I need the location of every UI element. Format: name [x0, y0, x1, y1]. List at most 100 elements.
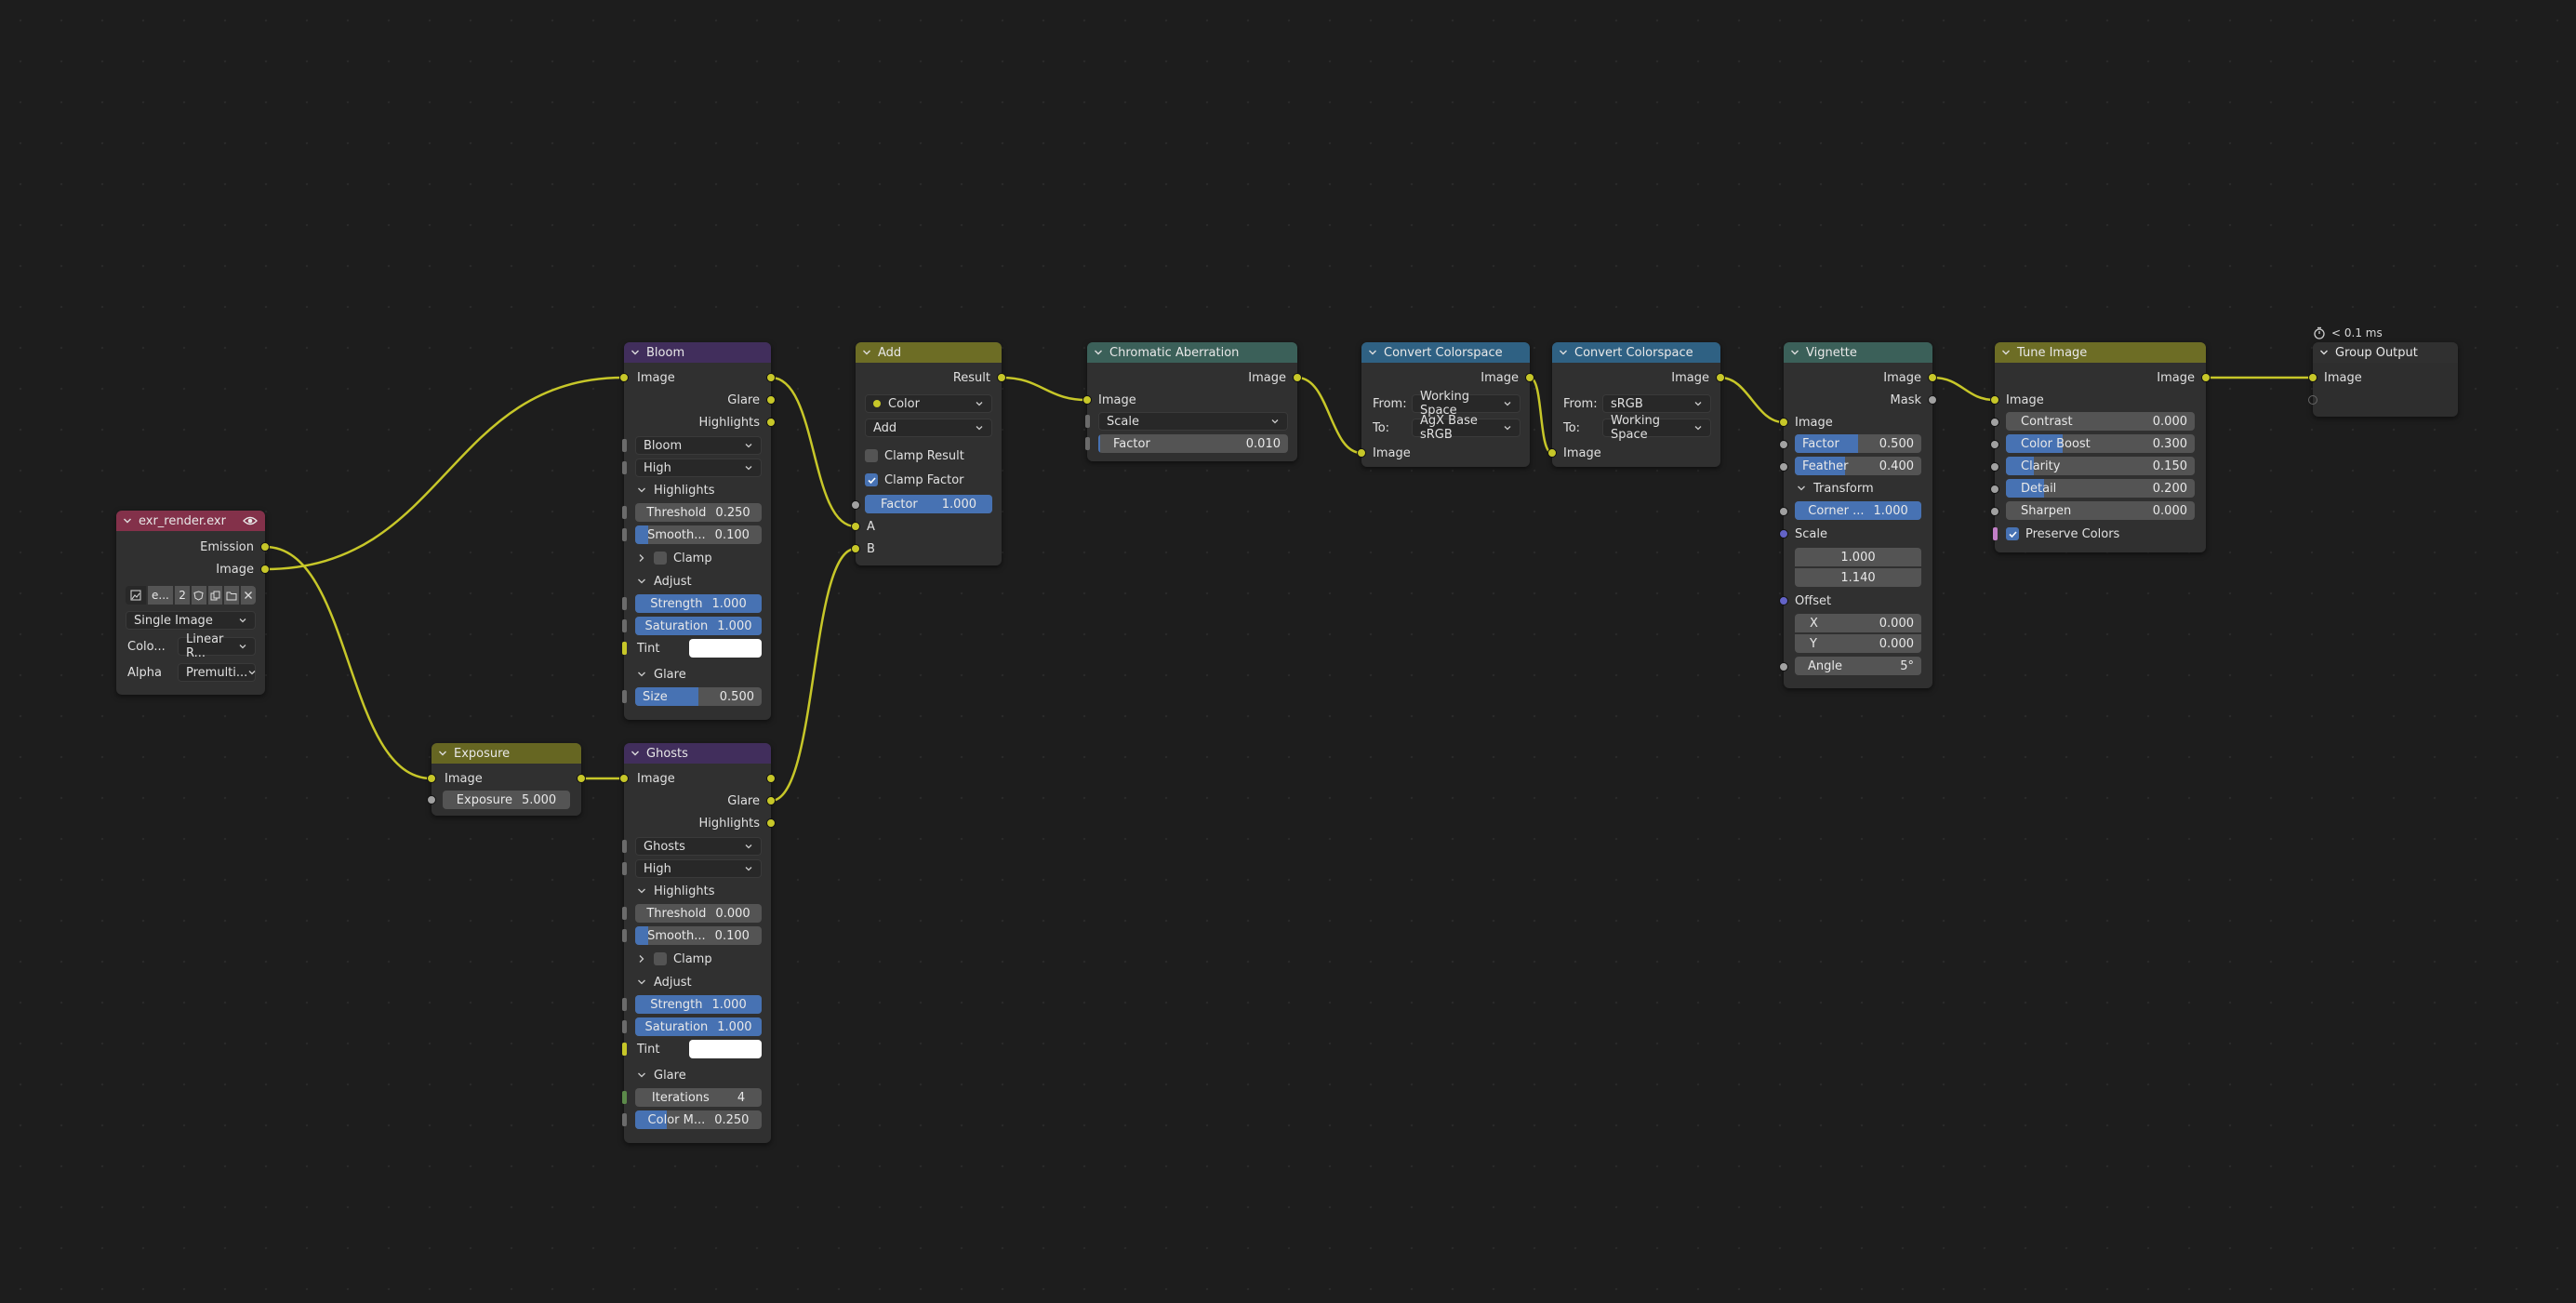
threshold-field[interactable]: Threshold 0.250	[635, 503, 762, 522]
input-socket-image[interactable]	[1547, 448, 1557, 458]
image-users-count[interactable]: 2	[175, 586, 190, 605]
input-socket-threshold[interactable]	[622, 506, 627, 519]
feather-field[interactable]: Feather 0.400	[1795, 457, 1921, 475]
panel-highlights[interactable]: Highlights	[637, 881, 714, 901]
clamp-checkbox[interactable]	[654, 952, 667, 965]
input-socket-tint[interactable]	[622, 642, 627, 655]
input-socket-threshold[interactable]	[622, 907, 627, 920]
color-boost-field[interactable]: Color Boost 0.300	[2006, 434, 2195, 453]
output-socket-highlights[interactable]	[766, 418, 776, 427]
fake-user-shield-icon[interactable]	[191, 586, 206, 605]
clamp-result-toggle[interactable]: Clamp Result	[865, 445, 964, 466]
output-socket-image[interactable]	[260, 565, 270, 574]
input-socket-factor[interactable]	[1085, 437, 1090, 450]
collapse-chevron-icon[interactable]	[1558, 347, 1569, 358]
iterations-field[interactable]: Iterations 4	[635, 1088, 762, 1107]
node-header[interactable]: Tune Image	[1995, 342, 2206, 363]
output-socket-highlights[interactable]	[766, 818, 776, 828]
node-convert-colorspace-1[interactable]: Convert Colorspace Image From: Working S…	[1357, 342, 1534, 467]
input-socket-sharpen[interactable]	[1990, 507, 1999, 516]
to-dropdown[interactable]: AgX Base sRGB	[1412, 414, 1520, 442]
output-socket-glare[interactable]	[766, 796, 776, 805]
output-socket-emission[interactable]	[260, 542, 270, 552]
input-socket-factor[interactable]	[1779, 440, 1788, 449]
panel-adjust[interactable]: Adjust	[637, 571, 692, 592]
size-field[interactable]: Size 0.500	[635, 687, 762, 706]
saturation-field[interactable]: Saturation 1.000	[635, 1017, 762, 1036]
open-folder-icon[interactable]	[224, 586, 240, 605]
clamp-checkbox[interactable]	[654, 552, 667, 565]
node-header[interactable]: Bloom	[624, 342, 771, 363]
node-exr-image[interactable]: exr_render.exr Emission Image e... 2 Sin…	[116, 511, 270, 695]
factor-field[interactable]: Factor 1.000	[865, 495, 992, 513]
input-socket-image[interactable]	[427, 774, 436, 783]
collapse-chevron-icon[interactable]	[630, 347, 641, 358]
from-dropdown[interactable]: Working Space	[1412, 390, 1520, 418]
input-socket-empty[interactable]	[2308, 395, 2317, 405]
input-socket-angle[interactable]	[1779, 662, 1788, 671]
input-socket-b[interactable]	[851, 544, 860, 553]
data-type-dropdown[interactable]: Color	[865, 394, 992, 413]
offset-y-field[interactable]: Y 0.000	[1795, 634, 1921, 653]
unlink-image-icon[interactable]	[241, 586, 256, 605]
corner-field[interactable]: Corner ... 1.000	[1795, 501, 1921, 520]
collapse-chevron-icon[interactable]	[2318, 347, 2330, 358]
input-socket-detail[interactable]	[1990, 485, 1999, 494]
output-socket-image[interactable]	[1525, 373, 1534, 382]
node-header[interactable]: Convert Colorspace	[1552, 342, 1720, 363]
smoothness-field[interactable]: Smooth... 0.100	[635, 926, 762, 945]
mode-dropdown[interactable]: Scale	[1098, 412, 1288, 431]
input-socket-strength[interactable]	[622, 998, 627, 1011]
clarity-field[interactable]: Clarity 0.150	[2006, 457, 2195, 475]
input-socket-image[interactable]	[1990, 395, 1999, 405]
preserve-colors-checkbox[interactable]	[2006, 527, 2019, 540]
detail-field[interactable]: Detail 0.200	[2006, 479, 2195, 498]
offset-x-field[interactable]: X 0.000	[1795, 614, 1921, 632]
source-dropdown[interactable]: Single Image	[126, 611, 256, 630]
node-header[interactable]: Group Output	[2313, 342, 2458, 363]
node-group-output[interactable]: Group Output Image	[2308, 342, 2458, 417]
input-socket-strength[interactable]	[622, 597, 627, 610]
from-dropdown[interactable]: sRGB	[1602, 394, 1711, 413]
input-socket-image[interactable]	[1779, 418, 1788, 427]
node-header[interactable]: Convert Colorspace	[1361, 342, 1530, 363]
node-chromatic-aberration[interactable]: Chromatic Aberration Image Image Scale F…	[1082, 342, 1302, 461]
node-exposure[interactable]: Exposure Image Exposure 5.000	[427, 743, 586, 816]
node-header[interactable]: Exposure	[432, 743, 581, 764]
input-socket-mode[interactable]	[1085, 415, 1090, 428]
eye-icon[interactable]	[243, 514, 258, 527]
input-socket-smoothness[interactable]	[622, 929, 627, 942]
threshold-field[interactable]: Threshold 0.000	[635, 904, 762, 923]
saturation-field[interactable]: Saturation 1.000	[635, 617, 762, 635]
panel-glare[interactable]: Glare	[637, 664, 686, 685]
collapse-chevron-icon[interactable]	[1093, 347, 1104, 358]
panel-highlights[interactable]: Highlights	[637, 480, 714, 500]
panel-clamp[interactable]: Clamp	[637, 949, 712, 969]
colorspace-dropdown[interactable]: Linear R...	[178, 632, 256, 660]
input-socket-factor[interactable]	[851, 500, 860, 510]
input-socket-tint[interactable]	[622, 1043, 627, 1056]
node-header[interactable]: Add	[856, 342, 1002, 363]
collapse-chevron-icon[interactable]	[1367, 347, 1378, 358]
exposure-field[interactable]: Exposure 5.000	[443, 791, 570, 809]
input-socket-saturation[interactable]	[622, 619, 627, 632]
input-socket-exposure[interactable]	[427, 795, 436, 804]
input-socket-scale[interactable]	[1779, 529, 1788, 538]
input-socket-corner[interactable]	[1779, 507, 1788, 516]
input-socket-preserve-colors[interactable]	[1993, 527, 1998, 540]
tint-color-swatch[interactable]	[689, 1040, 762, 1058]
input-socket-image[interactable]	[2308, 373, 2317, 382]
tint-color-swatch[interactable]	[689, 639, 762, 658]
image-selector[interactable]: e... 2	[126, 585, 256, 605]
output-socket-image[interactable]	[766, 774, 776, 783]
quality-dropdown[interactable]: High	[635, 459, 762, 477]
collapse-chevron-icon[interactable]	[122, 515, 133, 526]
input-socket-type[interactable]	[622, 840, 627, 853]
panel-transform[interactable]: Transform	[1797, 478, 1874, 499]
clamp-result-checkbox[interactable]	[865, 449, 878, 462]
input-socket-image[interactable]	[1082, 395, 1092, 405]
contrast-field[interactable]: Contrast 0.000	[2006, 412, 2195, 431]
output-socket-image[interactable]	[2201, 373, 2211, 382]
input-socket-image[interactable]	[619, 774, 629, 783]
node-header[interactable]: Ghosts	[624, 743, 771, 764]
